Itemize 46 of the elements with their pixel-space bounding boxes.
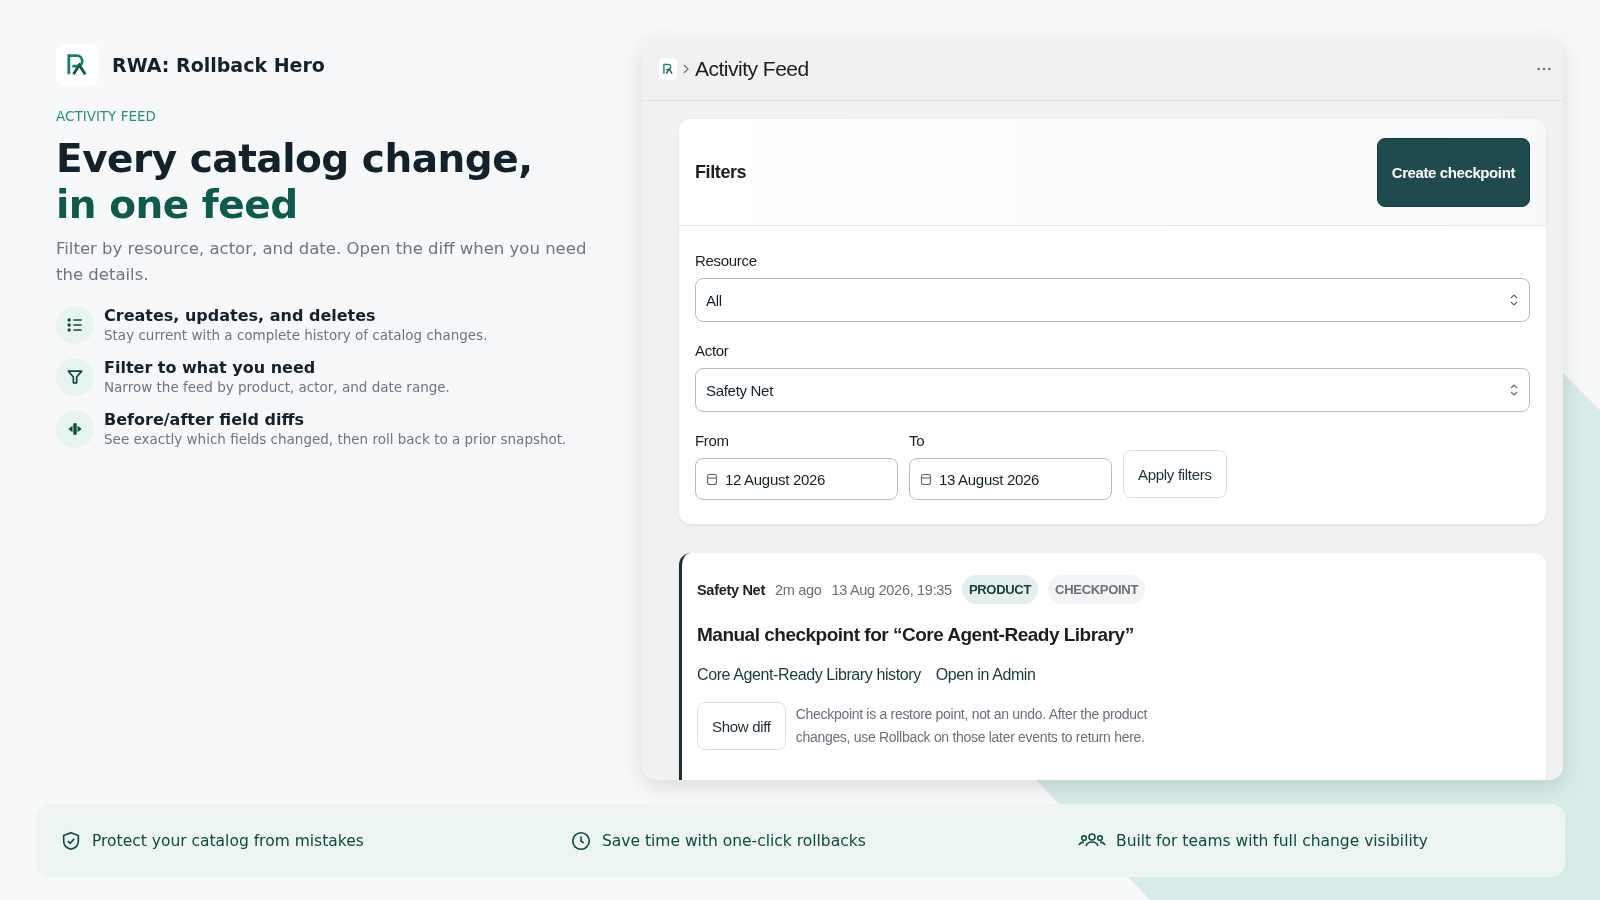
benefit-text: Protect your catalog from mistakes <box>92 831 364 850</box>
event-link[interactable]: Open in Admin <box>935 666 1036 684</box>
event-timestamp: 13 Aug 2026, 19:35 <box>831 581 952 598</box>
date-field[interactable]: 13 August 2026 <box>909 458 1112 500</box>
show-diff-button[interactable]: Show diff <box>697 702 786 750</box>
lead-paragraph: Filter by resource, actor, and date. Open the diff when you need the details. <box>56 238 588 286</box>
sort-arrows-icon <box>1509 382 1519 398</box>
event-link[interactable]: Core Agent-Ready Library history <box>697 666 921 684</box>
app-name: RWA: Rollback Hero <box>112 54 325 76</box>
calendar-icon <box>920 472 932 486</box>
event-tag: PRODUCT <box>961 575 1039 604</box>
chevron-icon <box>682 63 690 75</box>
more-icon <box>1537 67 1551 71</box>
section-title: Filters <box>695 161 747 183</box>
feature-title: Creates, updates, and deletes <box>104 306 377 326</box>
event-actor: Safety Net <box>697 581 765 598</box>
shield-check-icon <box>60 829 82 852</box>
benefit-text: Save time with one-click rollbacks <box>602 831 866 850</box>
filter-icon <box>65 367 85 387</box>
field-label: To <box>909 432 926 449</box>
feature-description: See exactly which fields changed, then roll back to a prior snapshot. <box>104 430 567 448</box>
field-label: From <box>695 432 730 449</box>
feature-description: Stay current with a complete history of catalog changes. <box>104 326 488 344</box>
page-title: Activity Feed <box>695 57 809 81</box>
date-field[interactable]: 12 August 2026 <box>695 458 898 500</box>
eyebrow-label: ACTIVITY FEED <box>56 108 157 124</box>
feature-title: Filter to what you need <box>104 358 317 378</box>
clock-icon <box>570 829 592 852</box>
event-tag: CHECKPOINT <box>1048 575 1146 604</box>
feature-title: Before/after field diffs <box>104 410 305 430</box>
sort-arrows-icon <box>1509 292 1519 308</box>
relative-time: 2m ago <box>774 581 822 598</box>
field-label: Actor <box>695 342 730 359</box>
headline: Every catalog change, <box>56 136 533 182</box>
benefit-text: Built for teams with full change visibility <box>1116 831 1428 850</box>
apply-filters-button[interactable]: Apply filters <box>1123 450 1227 498</box>
select-field[interactable]: All <box>695 278 1530 322</box>
feature-description: Narrow the feed by product, actor, and date range. <box>104 378 450 396</box>
create-checkpoint-button[interactable]: Create checkpoint <box>1376 137 1530 207</box>
select-field[interactable]: Safety Net <box>695 368 1530 412</box>
headline-accent: in one feed <box>56 182 298 228</box>
event-title: Manual checkpoint for “Core Agent-Ready Library” <box>697 624 1135 646</box>
field-label: Resource <box>695 252 758 269</box>
calendar-icon <box>706 472 718 486</box>
event-note: Checkpoint is a restore point, not an undo. After the product changes, use Rollback on those later events to return here. <box>795 705 1149 747</box>
list-icon <box>65 315 85 335</box>
